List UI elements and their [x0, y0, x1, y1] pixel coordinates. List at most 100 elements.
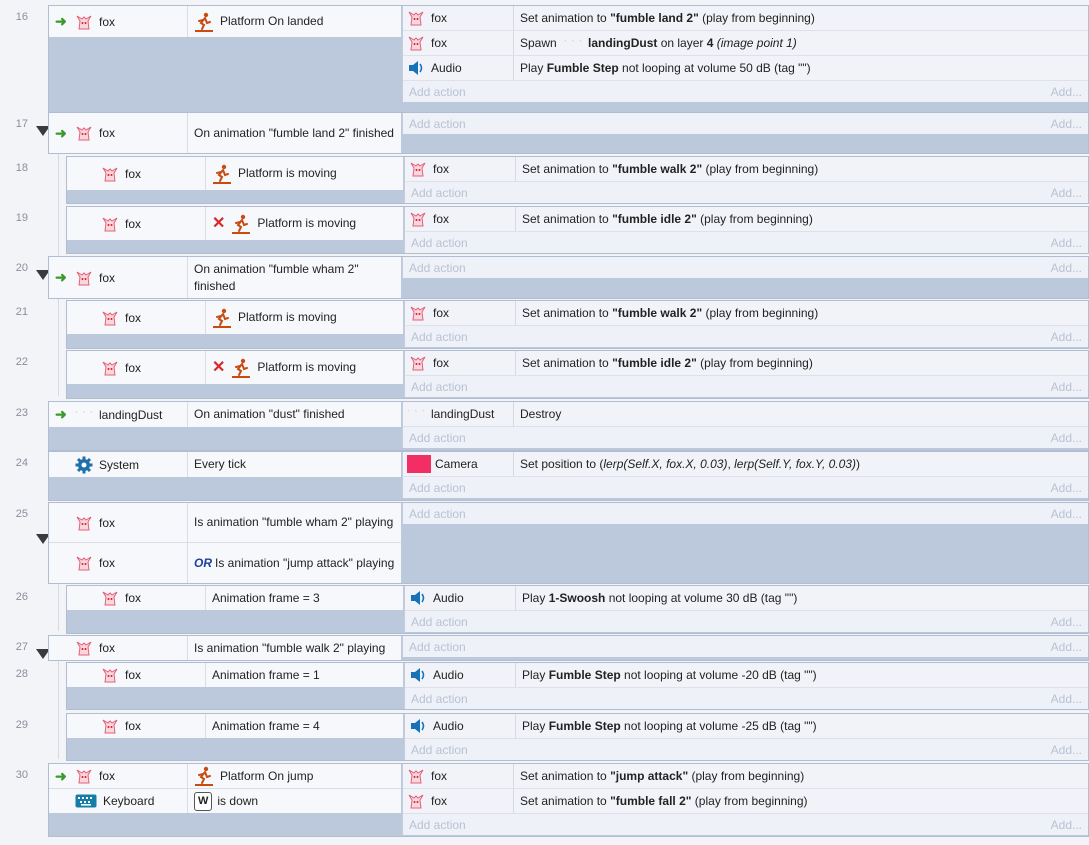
condition-text[interactable]: Is animation "fumble walk 2" playing	[188, 636, 401, 660]
event-block[interactable]: System Every tick Camera Set position to (l…	[48, 451, 1089, 501]
action-text[interactable]: Set animation to "fumble walk 2" (play f…	[516, 162, 818, 176]
condition-object[interactable]: ➜ fox	[49, 257, 188, 298]
action-object[interactable]: Audio	[405, 714, 516, 738]
add-action-short-link[interactable]: Add...	[1051, 481, 1082, 495]
add-action-row[interactable]: Add action Add...	[405, 688, 1088, 709]
action-text[interactable]: Set animation to "fumble walk 2" (play f…	[516, 306, 818, 320]
action-row[interactable]: fox Set animation to "fumble walk 2" (pla…	[405, 301, 1088, 326]
action-object[interactable]: Audio	[403, 56, 514, 80]
add-action-short-link[interactable]: Add...	[1051, 380, 1082, 394]
action-object[interactable]: Camera	[403, 452, 514, 476]
add-action-row[interactable]: Add action Add...	[403, 81, 1088, 102]
action-row[interactable]: Camera Set position to (lerp(Self.X, fox.…	[403, 452, 1088, 477]
add-action-row[interactable]: Add action Add...	[403, 113, 1088, 134]
action-object[interactable]: fox	[403, 31, 514, 55]
add-action-row[interactable]: Add action Add...	[403, 636, 1088, 657]
condition-text[interactable]: On animation "fumble land 2" finished	[188, 113, 401, 153]
event-block[interactable]: fox ✕ Platform is moving fox Set animation t…	[66, 206, 1089, 254]
add-action-short-link[interactable]: Add...	[1051, 431, 1082, 445]
add-action-link[interactable]: Add action	[411, 743, 468, 757]
action-row[interactable]: Audio Play Fumble Step not looping at vol…	[405, 663, 1088, 688]
condition-object[interactable]: fox	[67, 714, 206, 738]
action-object[interactable]: fox	[403, 764, 514, 788]
add-action-link[interactable]: Add action	[411, 186, 468, 200]
condition-text[interactable]: On animation "dust" finished	[188, 402, 401, 427]
add-action-link[interactable]: Add action	[411, 615, 468, 629]
action-row[interactable]: fox Set animation to "jump attack" (play …	[403, 764, 1088, 789]
add-action-short-link[interactable]: Add...	[1051, 117, 1082, 131]
condition-object[interactable]: ➜ fox	[49, 764, 188, 788]
action-object[interactable]: ` ` ` landingDust	[403, 402, 514, 426]
action-row[interactable]: fox Set animation to "fumble idle 2" (pla…	[405, 207, 1088, 232]
action-object[interactable]: fox	[403, 6, 514, 30]
add-action-short-link[interactable]: Add...	[1051, 743, 1082, 757]
add-action-short-link[interactable]: Add...	[1051, 692, 1082, 706]
action-object[interactable]: fox	[405, 351, 516, 375]
condition-object[interactable]: fox	[67, 157, 206, 190]
action-object[interactable]: Audio	[405, 663, 516, 687]
condition-object[interactable]: ➜ ` ` ` landingDust	[49, 402, 188, 427]
add-action-short-link[interactable]: Add...	[1051, 186, 1082, 200]
condition-object[interactable]: ➜ fox	[49, 6, 188, 37]
add-action-link[interactable]: Add action	[409, 507, 466, 521]
condition-row[interactable]: ➜ fox Platform On jump	[49, 764, 401, 789]
add-action-link[interactable]: Add action	[409, 481, 466, 495]
add-action-row[interactable]: Add action Add...	[403, 257, 1088, 278]
condition-object[interactable]: fox	[67, 663, 206, 687]
condition-row[interactable]: ➜ ` ` ` landingDust On animation "dust" fin…	[49, 402, 401, 427]
condition-row[interactable]: fox Animation frame = 3	[67, 586, 403, 610]
add-action-row[interactable]: Add action Add...	[405, 232, 1088, 253]
add-action-short-link[interactable]: Add...	[1051, 615, 1082, 629]
action-text[interactable]: Set animation to "fumble idle 2" (play f…	[516, 212, 813, 226]
action-row[interactable]: Audio Play Fumble Step not looping at vol…	[403, 56, 1088, 81]
add-action-row[interactable]: Add action Add...	[405, 739, 1088, 760]
condition-object[interactable]: fox	[67, 301, 206, 334]
event-block[interactable]: ➜ fox Platform On landed fox Set animation t…	[48, 5, 1089, 113]
action-text[interactable]: Set animation to "jump attack" (play fro…	[514, 769, 804, 783]
condition-object[interactable]: ➜ fox	[49, 113, 188, 153]
condition-row[interactable]: ➜ fox On animation "fumble land 2" finishe…	[49, 113, 401, 153]
event-block[interactable]: fox Is animation "fumble wham 2" playing f…	[48, 502, 1089, 584]
add-action-row[interactable]: Add action Add...	[403, 427, 1088, 448]
add-action-link[interactable]: Add action	[411, 380, 468, 394]
condition-text[interactable]: Animation frame = 1	[206, 663, 403, 687]
add-action-row[interactable]: Add action Add...	[405, 611, 1088, 632]
action-text[interactable]: Play Fumble Step not looping at volume -…	[516, 719, 817, 733]
action-text[interactable]: Play Fumble Step not looping at volume -…	[516, 668, 817, 682]
event-block[interactable]: fox Animation frame = 4 Audio Play Fumble S…	[66, 713, 1089, 761]
condition-text[interactable]: On animation "fumble wham 2" finished	[188, 257, 401, 298]
add-action-row[interactable]: Add action Add...	[405, 182, 1088, 203]
action-object[interactable]: Audio	[405, 586, 516, 610]
action-row[interactable]: fox Set animation to "fumble walk 2" (pla…	[405, 157, 1088, 182]
condition-object[interactable]: Keyboard	[49, 789, 188, 813]
add-action-link[interactable]: Add action	[411, 236, 468, 250]
condition-row[interactable]: fox Is animation "fumble wham 2" playing	[49, 503, 401, 543]
condition-object[interactable]: fox	[67, 586, 206, 610]
action-object[interactable]: fox	[405, 301, 516, 325]
action-text[interactable]: Set animation to "fumble fall 2" (play f…	[514, 794, 808, 808]
add-action-short-link[interactable]: Add...	[1051, 261, 1082, 275]
add-action-row[interactable]: Add action Add...	[405, 326, 1088, 347]
condition-text[interactable]: ✕ Platform is moving	[206, 351, 403, 384]
condition-row[interactable]: fox OR Is animation "jump attack" playing	[49, 543, 401, 583]
condition-text[interactable]: Wis down	[188, 789, 401, 813]
action-text[interactable]: Set position to (lerp(Self.X, fox.X, 0.0…	[514, 457, 860, 471]
condition-object[interactable]: fox	[49, 503, 188, 542]
add-action-row[interactable]: Add action Add...	[403, 503, 1088, 524]
action-row[interactable]: Audio Play Fumble Step not looping at vol…	[405, 714, 1088, 739]
condition-row[interactable]: fox Platform is moving	[67, 157, 403, 190]
event-block[interactable]: fox Is animation "fumble walk 2" playing A…	[48, 635, 1089, 661]
condition-text[interactable]: Platform is moving	[206, 157, 403, 190]
condition-row[interactable]: ➜ fox Platform On landed	[49, 6, 401, 37]
add-action-row[interactable]: Add action Add...	[403, 477, 1088, 498]
condition-object[interactable]: fox	[49, 543, 188, 583]
event-block[interactable]: ➜ fox On animation "fumble land 2" finishe…	[48, 112, 1089, 154]
condition-text[interactable]: Animation frame = 3	[206, 586, 403, 610]
add-action-link[interactable]: Add action	[409, 85, 466, 99]
add-action-short-link[interactable]: Add...	[1051, 640, 1082, 654]
condition-row[interactable]: fox Animation frame = 1	[67, 663, 403, 687]
event-block[interactable]: ➜ fox Platform On jump Keyboard Wis down fox S…	[48, 763, 1089, 837]
action-row[interactable]: fox Spawn ` ` ` landingDust on layer 4 (im…	[403, 31, 1088, 56]
event-block[interactable]: fox Platform is moving fox Set animation to…	[66, 156, 1089, 204]
condition-row[interactable]: fox ✕ Platform is moving	[67, 351, 403, 384]
